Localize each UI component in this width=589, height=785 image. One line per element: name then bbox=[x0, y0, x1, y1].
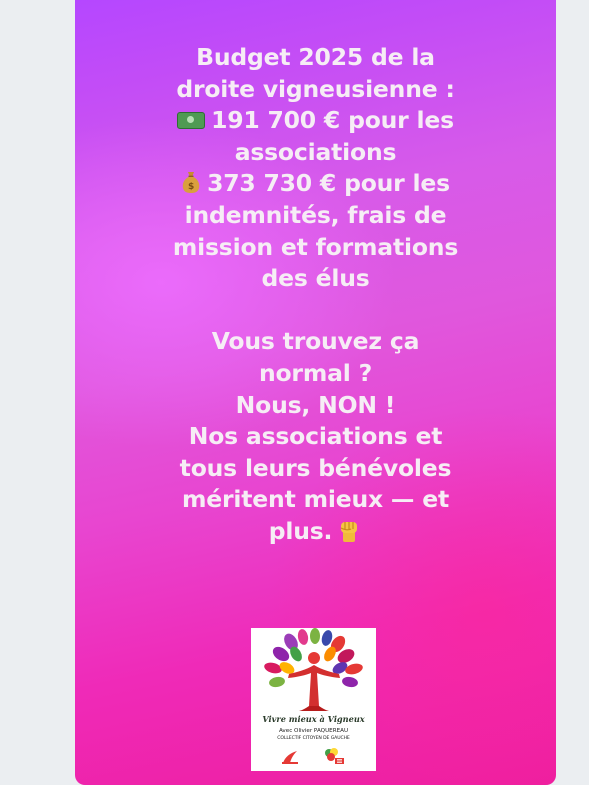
text-line-associations-amount: 191 700 € pour les bbox=[95, 105, 536, 137]
text-line: Budget 2025 de la bbox=[196, 43, 435, 71]
text-line-elus-amount: $373 730 € pour les bbox=[95, 168, 536, 200]
final-word: plus. bbox=[268, 516, 333, 545]
text-line: droite vigneusienne : bbox=[176, 74, 455, 103]
story-text: Budget 2025 de la droite vigneusienne : … bbox=[95, 42, 536, 548]
money-bag-icon: $ bbox=[182, 172, 200, 194]
associations-amount: 191 700 € pour les bbox=[211, 106, 454, 135]
party-badge-right-icon bbox=[325, 748, 344, 764]
text-line-final: plus. bbox=[95, 516, 536, 548]
svg-text:$: $ bbox=[188, 182, 194, 192]
text-line: des élus bbox=[261, 264, 370, 293]
tree-of-hands-logo-icon bbox=[264, 628, 363, 711]
text-line: tous leurs bénévoles bbox=[179, 453, 452, 482]
text-line: méritent mieux — et bbox=[182, 485, 449, 514]
text-line: indemnités, frais de bbox=[184, 200, 447, 229]
story-card[interactable]: Budget 2025 de la droite vigneusienne : … bbox=[75, 0, 556, 785]
party-badge-left-icon bbox=[282, 751, 298, 764]
campaign-logo: Vivre mieux à Vigneux Avec Olivier PAQUE… bbox=[251, 628, 376, 771]
page: Budget 2025 de la droite vigneusienne : … bbox=[0, 0, 589, 785]
text-line: Nous, NON ! bbox=[235, 390, 396, 419]
text-line: Vous trouvez ça bbox=[211, 327, 420, 356]
logo-slogan: Vivre mieux à Vigneux bbox=[262, 714, 365, 724]
logo-author: Avec Olivier PAQUEREAU bbox=[278, 728, 349, 734]
logo-collective: COLLECTIF CITOYEN DE GAUCHE bbox=[277, 736, 350, 741]
text-line: mission et formations bbox=[172, 232, 459, 261]
raised-fist-icon bbox=[340, 521, 358, 542]
dollar-banknote-icon bbox=[177, 112, 206, 130]
elus-amount: 373 730 € pour les bbox=[207, 169, 450, 198]
text-line: normal ? bbox=[258, 358, 373, 387]
text-line: Nos associations et bbox=[188, 422, 443, 451]
text-line: associations bbox=[234, 137, 397, 166]
